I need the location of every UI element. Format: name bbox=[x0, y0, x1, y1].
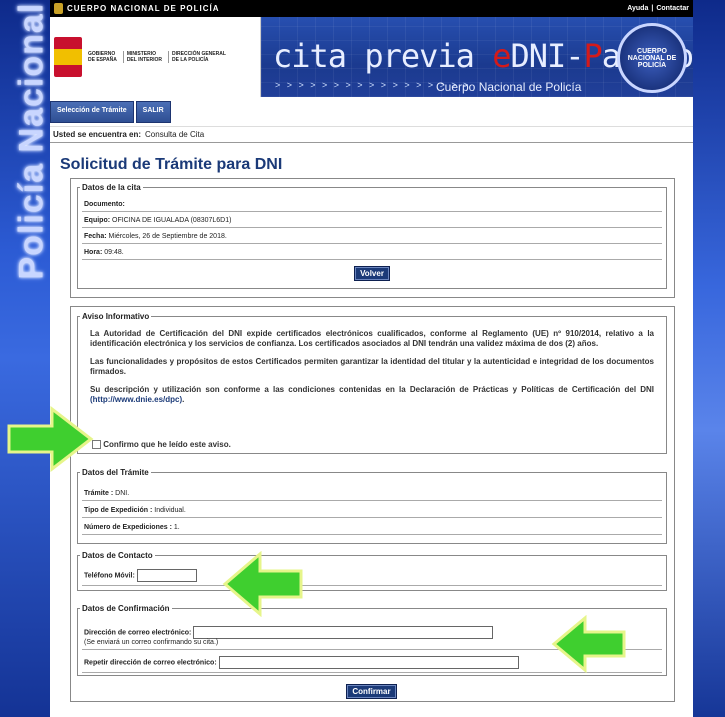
confirmar-button[interactable]: Confirmar bbox=[346, 684, 397, 699]
police-seal-icon: CUERPO NACIONAL DE POLICÍA bbox=[617, 23, 687, 93]
tipo-expedicion-row: Tipo de Expedición : Individual. bbox=[82, 504, 662, 518]
salir-button[interactable]: SALIR bbox=[135, 101, 171, 123]
tramite-fieldset: Datos del Trámite Trámite : DNI. Tipo de… bbox=[77, 468, 667, 544]
government-logos: GOBIERNO DE ESPAÑA MINISTERIO DEL INTERI… bbox=[50, 17, 261, 97]
ayuda-link[interactable]: Ayuda bbox=[627, 5, 648, 12]
cita-documento-row: Documento: bbox=[82, 198, 662, 212]
breadcrumb-value: Consulta de Cita bbox=[145, 130, 205, 139]
movil-input[interactable] bbox=[136, 569, 197, 582]
cita-equipo-row: Equipo: OFICINA DE IGUALADA (08307L6D1) bbox=[82, 214, 662, 228]
main-page: CUERPO NACIONAL DE POLICÍA Ayuda | Conta… bbox=[50, 0, 693, 717]
banner-title-part1: cita previa bbox=[273, 37, 493, 75]
aviso-paragraph-3-end: . bbox=[182, 395, 185, 404]
movil-row: Teléfono Móvil: bbox=[82, 566, 662, 586]
breadcrumb: Usted se encuentra en: Consulta de Cita bbox=[50, 126, 693, 143]
left-side-decoration: Policía Nacional bbox=[0, 0, 51, 717]
cita-legend: Datos de la cita bbox=[82, 183, 141, 192]
confirmacion-legend: Datos de Confirmación bbox=[82, 604, 170, 613]
contacto-legend: Datos de Contacto bbox=[82, 551, 153, 560]
email-label: Dirección de correo electrónico: bbox=[84, 629, 192, 637]
banner-title-p: P bbox=[583, 37, 603, 75]
arrow-left-icon-2 bbox=[551, 615, 626, 673]
fecha-value: Miércoles, 26 de Septiembre de 2018. bbox=[108, 233, 227, 240]
top-brand-text: CUERPO NACIONAL DE POLICÍA bbox=[67, 4, 220, 13]
repeat-email-input[interactable] bbox=[218, 656, 519, 669]
confirm-row: Confirmo que he leído este aviso. bbox=[92, 440, 231, 450]
aviso-legend: Aviso Informativo bbox=[82, 312, 150, 321]
equipo-value: OFICINA DE IGUALADA (08307L6D1) bbox=[112, 217, 232, 224]
aviso-paragraph-3-text: Su descripción y utilización son conform… bbox=[90, 385, 654, 394]
confirmar-wrap: Confirmar bbox=[50, 681, 693, 699]
aviso-paragraph-1: La Autoridad de Certificación del DNI ex… bbox=[90, 329, 654, 348]
right-side-decoration bbox=[693, 0, 725, 717]
hora-value: 09:48. bbox=[104, 249, 124, 256]
cita-hora-row: Hora: 09:48. bbox=[82, 246, 662, 260]
side-brand-text: Policía Nacional bbox=[12, 2, 51, 280]
tramite-row: Trámite : DNI. bbox=[82, 487, 662, 501]
movil-label: Teléfono Móvil: bbox=[84, 572, 135, 580]
banner-subtitle: Cuerpo Nacional de Policía bbox=[436, 80, 582, 94]
num-expediciones-label: Número de Expediciones : bbox=[84, 524, 172, 531]
tramite-label: Trámite : bbox=[84, 490, 114, 497]
num-expediciones-value: 1. bbox=[173, 524, 180, 531]
tipo-expedicion-label: Tipo de Expedición : bbox=[84, 507, 153, 514]
top-links-separator: | bbox=[651, 5, 654, 12]
page-title: Solicitud de Trámite para DNI bbox=[60, 156, 283, 173]
contactar-link[interactable]: Contactar bbox=[656, 5, 689, 12]
confirm-label: Confirmo que he leído este aviso. bbox=[103, 440, 231, 449]
documento-label: Documento: bbox=[84, 201, 125, 208]
breadcrumb-label: Usted se encuentra en: bbox=[53, 130, 142, 139]
ministry-logo-text: MINISTERIO DEL INTERIOR bbox=[122, 51, 162, 63]
aviso-paragraph-3: Su descripción y utilización son conform… bbox=[90, 385, 654, 405]
cita-fecha-row: Fecha: Miércoles, 26 de Septiembre de 20… bbox=[82, 230, 662, 244]
spain-coat-of-arms-icon bbox=[54, 37, 82, 77]
volver-button[interactable]: Volver bbox=[354, 266, 390, 281]
hora-label: Hora: bbox=[84, 249, 103, 256]
header-banner: GOBIERNO DE ESPAÑA MINISTERIO DEL INTERI… bbox=[50, 17, 693, 97]
seleccion-tramite-button[interactable]: Selección de Trámite bbox=[50, 101, 134, 123]
top-bar: CUERPO NACIONAL DE POLICÍA Ayuda | Conta… bbox=[50, 0, 693, 17]
dpc-link[interactable]: (http://www.dnie.es/dpc) bbox=[90, 395, 182, 404]
arrow-right-icon bbox=[7, 406, 94, 472]
banner-title-area: cita previa eDNI-Pasaporte > > > > > > >… bbox=[261, 17, 693, 97]
top-brand: CUERPO NACIONAL DE POLICÍA bbox=[54, 3, 220, 14]
direccion-logo-text: DIRECCIÓN GENERAL DE LA POLICÍA bbox=[168, 51, 226, 63]
cita-fieldset: Datos de la cita Documento: Equipo: OFIC… bbox=[77, 183, 667, 289]
num-expediciones-row: Número de Expediciones : 1. bbox=[82, 521, 662, 535]
gov-logo-text: GOBIERNO DE ESPAÑA bbox=[88, 51, 117, 63]
aviso-fieldset: Aviso Informativo La Autoridad de Certif… bbox=[77, 312, 667, 454]
contacto-fieldset: Datos de Contacto Teléfono Móvil: bbox=[77, 551, 667, 591]
arrow-left-icon bbox=[222, 551, 303, 617]
tipo-expedicion-value: Individual. bbox=[154, 507, 186, 514]
top-links: Ayuda | Contactar bbox=[627, 5, 689, 12]
tramite-value: DNI. bbox=[115, 490, 130, 497]
banner-title-e: e bbox=[492, 37, 511, 75]
banner-title-dni: DNI- bbox=[510, 37, 584, 75]
nav-bar: Selección de Trámite SALIR bbox=[50, 97, 693, 123]
aviso-paragraph-2: Las funcionalidades y propósitos de esto… bbox=[90, 357, 654, 376]
equipo-label: Equipo: bbox=[84, 217, 111, 224]
email-input[interactable] bbox=[193, 626, 494, 639]
police-crest-icon bbox=[54, 3, 63, 14]
fecha-label: Fecha: bbox=[84, 233, 107, 240]
repeat-email-label: Repetir dirección de correo electrónico: bbox=[84, 659, 217, 667]
